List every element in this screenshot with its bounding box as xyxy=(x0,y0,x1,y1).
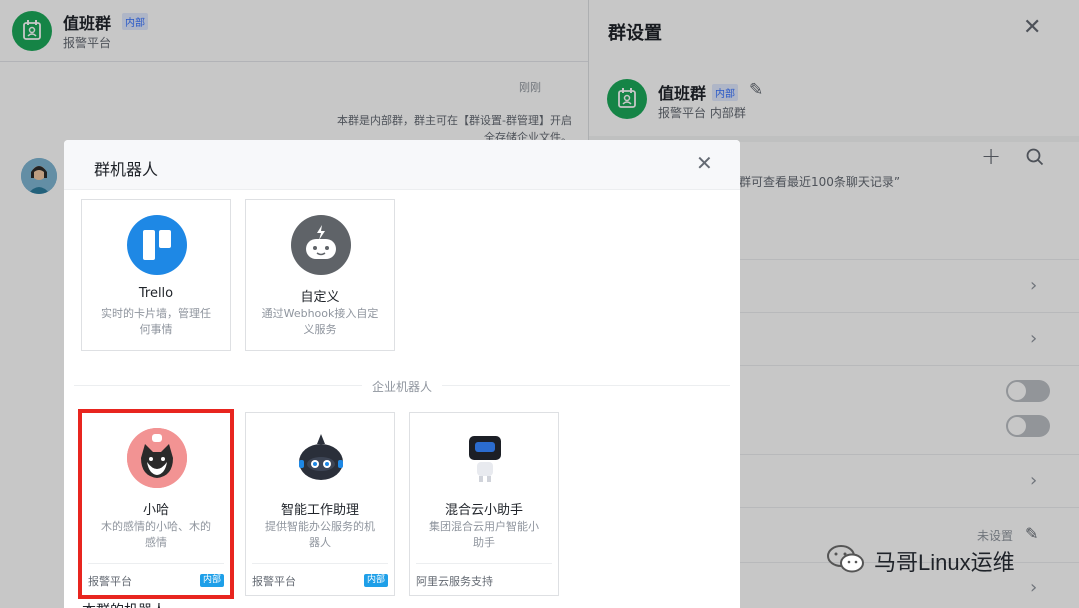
watermark: 马哥Linux运维 xyxy=(826,544,1015,578)
bot-description: 木的感情的小哈、木的感情 xyxy=(101,520,211,549)
bot-card-trello[interactable]: Trello 实时的卡片墙，管理任何事情 xyxy=(81,199,231,351)
wechat-logo-icon xyxy=(826,544,866,578)
bot-card-custom[interactable]: 自定义 通过Webhook接入自定义服务 xyxy=(245,199,395,351)
bot-provider: 阿里云服务支持 xyxy=(416,575,493,588)
bot-card-cloud-helper[interactable]: 混合云小助手 集团混合云用户智能小助手 阿里云服务支持 xyxy=(409,412,559,596)
section-label-enterprise-bots: 企业机器人 xyxy=(362,378,443,395)
card-divider xyxy=(252,563,388,564)
close-icon[interactable]: ✕ xyxy=(696,152,713,174)
group-bots-modal: 群机器人 ✕ Trello 实时的卡片墙，管理任何事情 自定义 通过Webhoo… xyxy=(64,140,740,608)
custom-bot-icon xyxy=(291,215,351,275)
bot-name: 智能工作助理 xyxy=(280,503,359,518)
bot-description: 提供智能办公服务的机器人 xyxy=(265,520,375,549)
modal-title: 群机器人 xyxy=(94,160,159,179)
trello-icon xyxy=(127,215,187,275)
bot-name: 自定义 xyxy=(300,290,340,305)
card-divider xyxy=(88,563,224,564)
bot-description: 实时的卡片墙，管理任何事情 xyxy=(101,307,211,336)
bot-card-xiaoha[interactable]: 小哈 木的感情的小哈、木的感情 报警平台 内部 xyxy=(78,409,234,599)
internal-badge: 内部 xyxy=(199,574,224,587)
cloud-helper-icon xyxy=(455,428,515,488)
bot-provider: 报警平台 xyxy=(252,575,296,588)
bot-name: 小哈 xyxy=(142,503,169,518)
internal-badge: 内部 xyxy=(363,574,388,587)
this-group-bots-heading: 本群的机器人 xyxy=(82,600,166,608)
bot-name: 混合云小助手 xyxy=(444,503,523,518)
card-divider xyxy=(416,563,552,564)
bot-provider: 报警平台 xyxy=(88,575,132,588)
bot-card-smart-assistant[interactable]: 智能工作助理 提供智能办公服务的机器人 报警平台 内部 xyxy=(245,412,395,596)
xiaoha-avatar-icon xyxy=(127,428,187,488)
watermark-text: 马哥Linux运维 xyxy=(874,550,1015,575)
modal-header: 群机器人 ✕ xyxy=(64,140,740,190)
bot-description: 集团混合云用户智能小助手 xyxy=(429,520,539,549)
bot-name: Trello xyxy=(138,286,174,301)
bot-description: 通过Webhook接入自定义服务 xyxy=(261,307,379,336)
assistant-bot-icon xyxy=(291,428,351,488)
